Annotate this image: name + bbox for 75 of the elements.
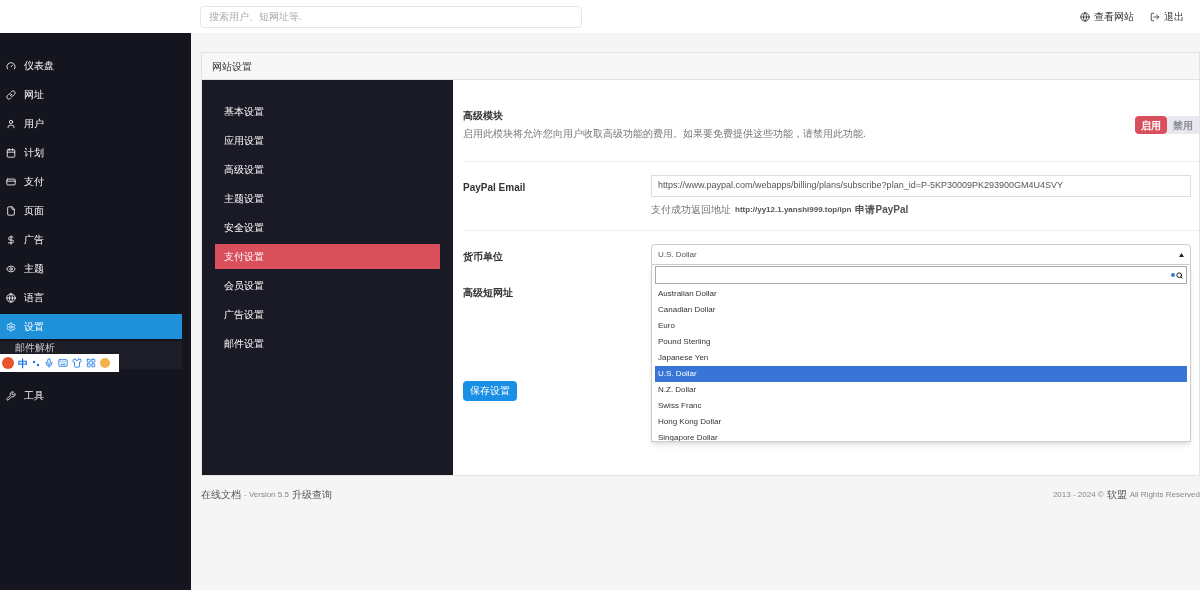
submenu-item[interactable]: 邮件解析 [15, 342, 55, 353]
field-label: 高级短网址 [463, 286, 514, 300]
sidebar-item[interactable]: 用户 [0, 111, 182, 136]
section-description: 启用此模块将允许您向用户收取高级功能的费用。如果要免费提供这些功能，请禁用此功能. [463, 127, 867, 141]
currency-option[interactable]: Japanese Yen [655, 350, 1187, 366]
return-url: http://yy12.1.yanshi999.top/ipn [735, 203, 852, 216]
settings-icon [6, 321, 16, 332]
caret-icon [1179, 252, 1184, 257]
dashboard-icon [6, 60, 16, 71]
sidebar-item[interactable]: 语言 [0, 285, 182, 310]
currency-select[interactable]: U.S. Dollar [651, 244, 1191, 265]
sidebar-item[interactable]: 仪表盘 [0, 53, 182, 78]
sidebar-item[interactable]: 计划 [0, 140, 182, 165]
settings-tab[interactable]: 主题设置 [215, 186, 440, 211]
paypal-email-field[interactable]: https://www.paypal.com/webapps/billing/plans/subscribe?plan_id=P-5KP30009PK293900GM4U4SVY [651, 175, 1191, 197]
globe-icon [6, 292, 16, 303]
settings-tab[interactable]: 广告设置 [215, 302, 440, 327]
currency-option[interactable]: Australian Dollar [655, 286, 1187, 302]
grid-icon[interactable] [86, 358, 96, 368]
settings-tab[interactable]: 会员设置 [215, 273, 440, 298]
search-icon [1176, 271, 1183, 279]
keyboard-icon[interactable] [58, 358, 68, 368]
search-field[interactable]: 搜索用户、短网址等. [200, 5, 582, 28]
settings-tab[interactable]: 安全设置 [215, 215, 440, 240]
field-label: PayPal Email [463, 181, 527, 195]
microphone-icon[interactable] [44, 358, 54, 368]
brand-link[interactable]: 软盟 [1106, 487, 1127, 502]
wrench-icon [6, 390, 16, 401]
user-icon [6, 118, 16, 129]
sidebar-item[interactable]: 主题 [0, 256, 182, 281]
rights-text: All Rights Reserved [1129, 488, 1200, 501]
calendar-icon [6, 147, 16, 158]
currency-option[interactable]: Swiss Franc [655, 398, 1187, 414]
section-title: 高级模块 [463, 109, 504, 123]
currency-option[interactable]: Hong Kong Dollar [655, 414, 1187, 430]
punctuation-icon[interactable] [32, 359, 40, 367]
header-link[interactable]: 查看网站 [1080, 9, 1134, 24]
dropdown-search-field[interactable] [655, 266, 1187, 284]
settings-tab[interactable]: 高级设置 [215, 157, 440, 182]
header-link[interactable]: 退出 [1150, 9, 1184, 24]
sidebar-item[interactable]: 广告 [0, 227, 182, 252]
globe-icon [1080, 11, 1090, 22]
shirt-icon[interactable] [72, 358, 82, 368]
sidebar-item[interactable]: 页面 [0, 198, 182, 223]
upgrade-link[interactable]: 升级查询 [291, 487, 332, 502]
settings-tab[interactable]: 应用设置 [215, 128, 440, 153]
ime-logo-icon [2, 357, 14, 369]
logout-icon [1150, 11, 1160, 22]
field-label: 货币单位 [463, 250, 504, 264]
currency-option[interactable]: Canadian Dollar [655, 302, 1187, 318]
currency-option[interactable]: Euro [655, 318, 1187, 334]
emoji-icon[interactable] [100, 358, 110, 368]
ime-mode[interactable]: 中 [18, 355, 28, 371]
dollar-icon [6, 234, 16, 245]
sidebar-item[interactable]: 支付 [0, 169, 182, 194]
docs-link[interactable]: 在线文档 [201, 487, 241, 502]
help-text: 支付成功返回地址 [651, 203, 731, 217]
settings-tab[interactable]: 邮件设置 [215, 331, 440, 356]
paypal-link[interactable]: 申请PayPal [855, 202, 909, 217]
eye-icon [6, 263, 16, 274]
panel-title: 网站设置 [212, 59, 252, 74]
page-icon [6, 205, 16, 216]
currency-option[interactable]: Singapore Dollar [655, 430, 1187, 441]
credit-card-icon [6, 176, 16, 187]
settings-tab[interactable]: 支付设置 [215, 244, 440, 269]
link-icon [6, 89, 16, 100]
copyright-text: 2013 - 2024 © [1052, 488, 1104, 501]
currency-option[interactable]: Pound Sterling [655, 334, 1187, 350]
version-text: - Version 5.5 [244, 488, 289, 501]
settings-tab[interactable]: 基本设置 [215, 99, 440, 124]
sidebar-item[interactable]: 工具 [0, 383, 182, 408]
currency-option[interactable]: N.Z. Dollar [655, 382, 1187, 398]
sidebar-item[interactable]: 网址 [0, 82, 182, 107]
toggle-option[interactable]: 启用 [1135, 116, 1167, 134]
currency-option[interactable]: U.S. Dollar [655, 366, 1187, 382]
